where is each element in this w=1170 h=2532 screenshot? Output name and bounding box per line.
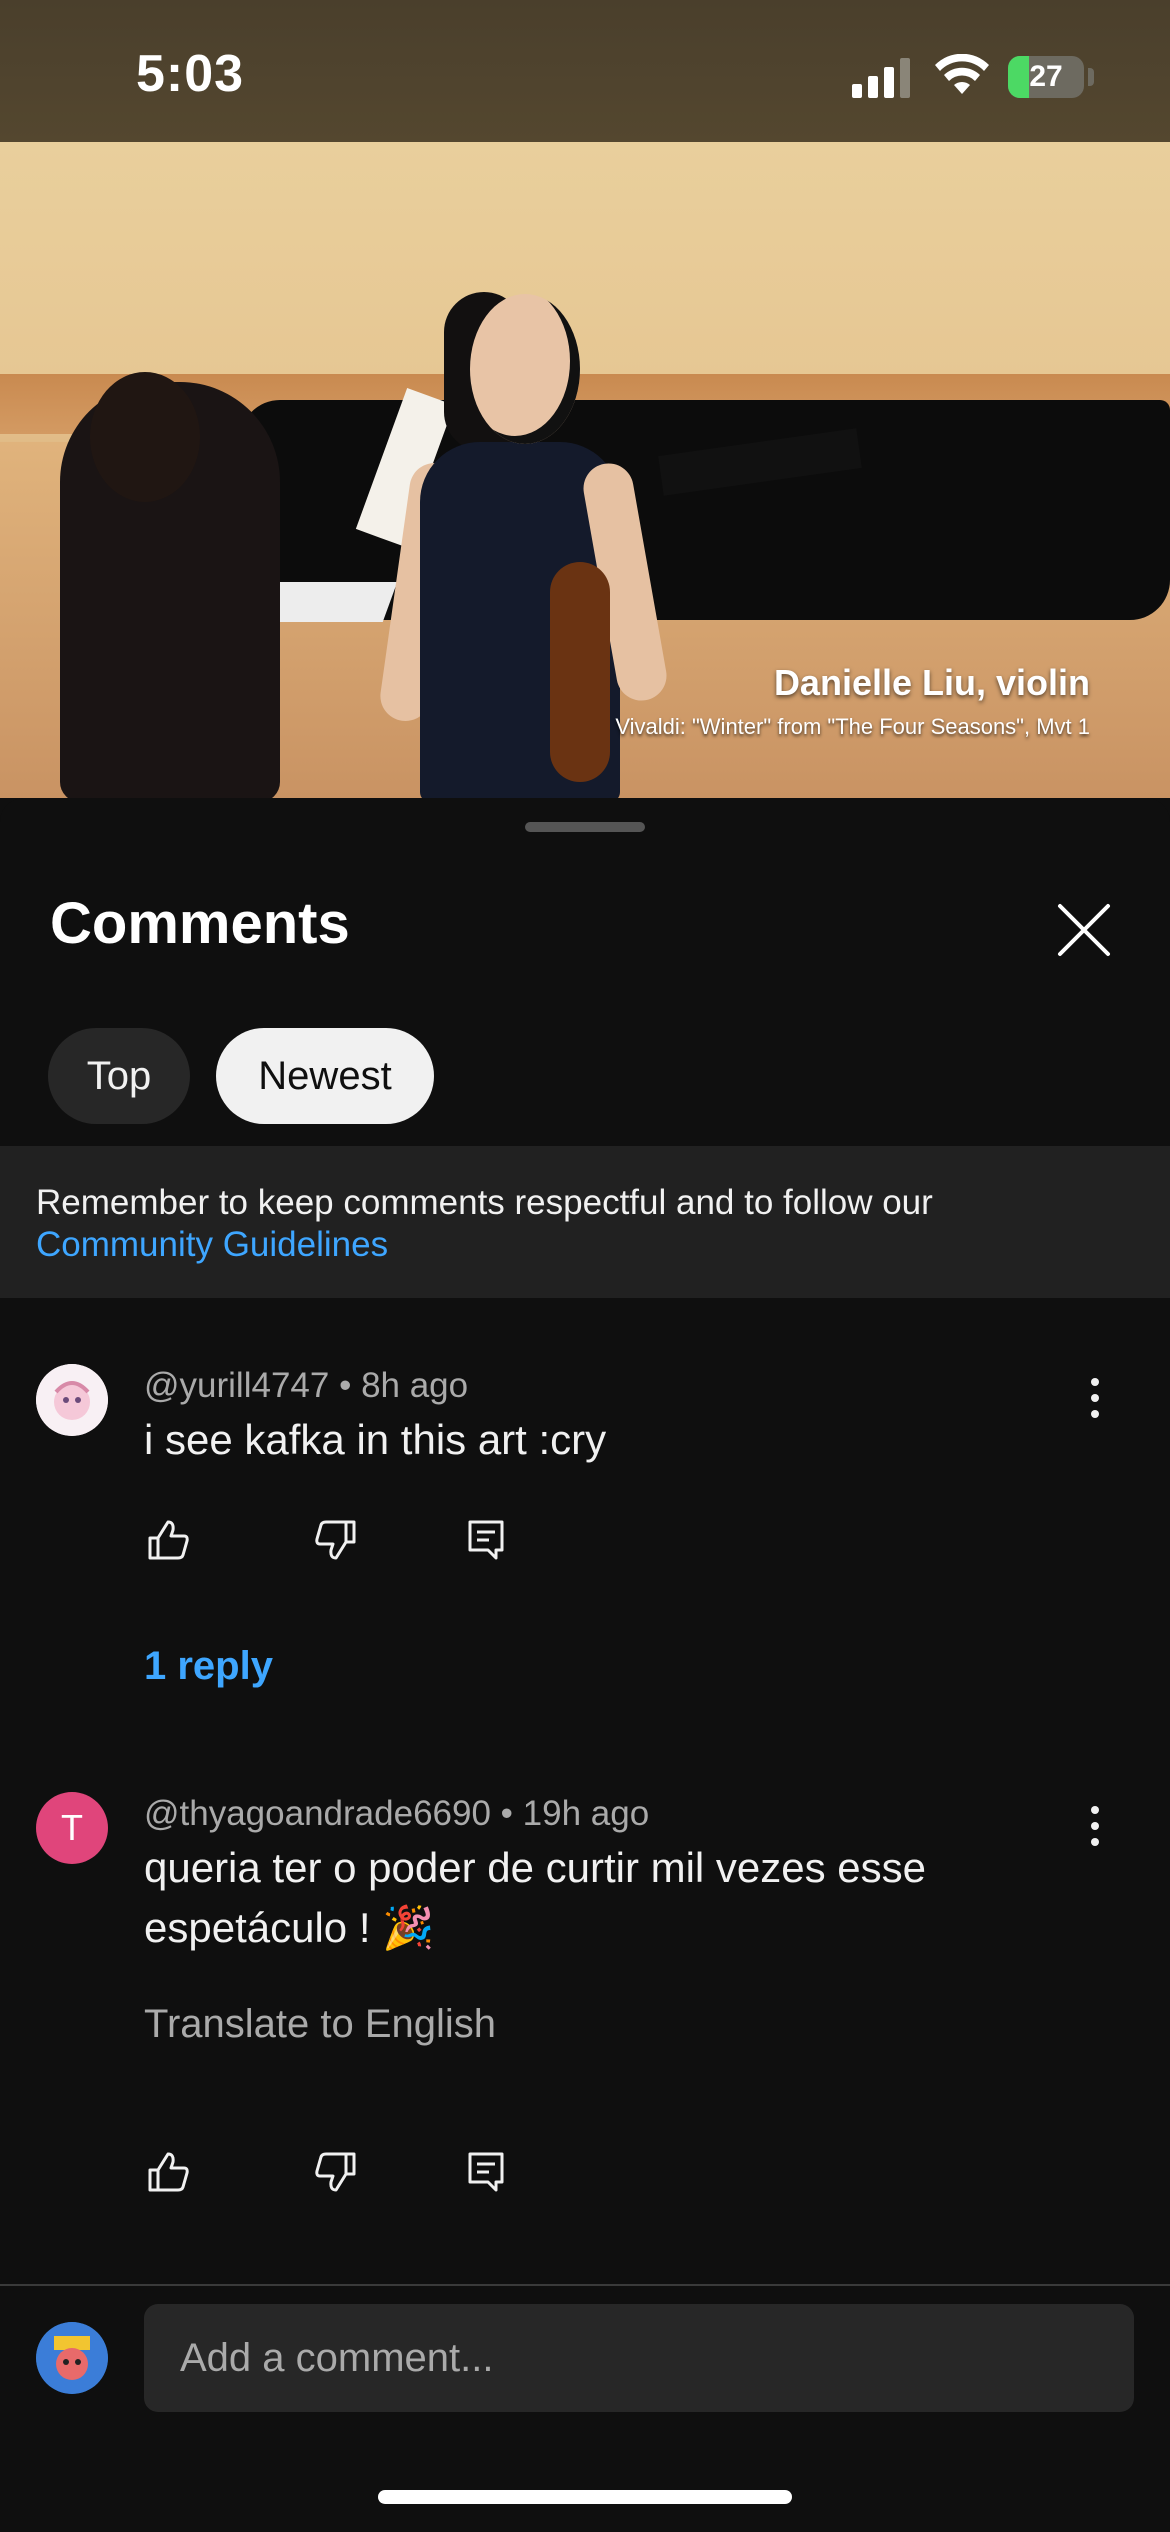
wifi-icon — [935, 54, 989, 94]
status-time: 5:03 — [136, 45, 245, 103]
meta-separator: • — [339, 1366, 362, 1405]
video-player[interactable]: Danielle Liu, violin Vivaldi: "Winter" f… — [0, 142, 1170, 798]
comment-text: i see kafka in this art :cry — [144, 1416, 607, 1463]
user-avatar-icon — [36, 2322, 108, 2394]
pianist-head — [90, 372, 200, 502]
battery-tip — [1088, 68, 1094, 86]
comment-text: queria ter o poder de curtir mil vezes e… — [144, 1838, 1044, 1958]
video-caption-subtitle: Vivaldi: "Winter" from "The Four Seasons… — [615, 714, 1090, 739]
translate-button[interactable]: Translate to English — [144, 2002, 496, 2047]
avatar[interactable] — [36, 1364, 108, 1436]
reply-icon[interactable] — [462, 1516, 510, 1564]
guidelines-notice: Remember to keep comments respectful and… — [0, 1146, 1170, 1298]
view-replies-link[interactable]: 1 reply — [144, 1644, 273, 1689]
battery-level: 27 — [1029, 60, 1063, 93]
reply-icon[interactable] — [462, 2148, 510, 2196]
sort-tab-top[interactable]: Top — [48, 1028, 190, 1124]
community-guidelines-link[interactable]: Community Guidelines — [36, 1224, 388, 1266]
video-caption-name: Danielle Liu, violin — [773, 662, 1090, 703]
more-options-icon[interactable] — [1080, 1796, 1110, 1856]
home-indicator[interactable] — [378, 2490, 792, 2504]
comments-title: Comments — [50, 891, 350, 956]
dislike-icon[interactable] — [312, 2148, 360, 2196]
comment-meta: @thyagoandrade6690 • 19h ago — [144, 1794, 649, 1834]
violin — [550, 562, 610, 782]
drag-handle[interactable] — [525, 822, 645, 832]
comment-author[interactable]: @thyagoandrade6690 — [144, 1794, 491, 1833]
comment-text-line: queria ter o poder de curtir mil vezes e… — [144, 1844, 927, 1891]
guidelines-notice-text: Remember to keep comments respectful and… — [36, 1183, 933, 1222]
avatar[interactable]: T — [36, 1792, 108, 1864]
comment-input[interactable] — [144, 2304, 1134, 2412]
status-bar: 5:03 27 — [0, 0, 1170, 142]
comment-author[interactable]: @yurill4747 — [144, 1366, 329, 1405]
violinist-head — [470, 294, 580, 444]
meta-separator: • — [500, 1794, 523, 1833]
comment-time: 19h ago — [522, 1794, 650, 1833]
avatar-letter: T — [61, 1807, 83, 1848]
comment-meta: @yurill4747 • 8h ago — [144, 1366, 468, 1406]
comment-time: 8h ago — [361, 1366, 469, 1405]
piano-keys — [262, 582, 398, 622]
comments-sheet: Comments Top Newest Remember to keep com… — [0, 798, 1170, 2532]
like-icon[interactable] — [144, 2148, 192, 2196]
comment-text-line: espetáculo ! 🎉 — [144, 1904, 435, 1951]
sort-tab-newest[interactable]: Newest — [216, 1028, 434, 1124]
anime-avatar-icon — [36, 1364, 108, 1436]
more-options-icon[interactable] — [1080, 1368, 1110, 1428]
like-icon[interactable] — [144, 1516, 192, 1564]
signal-icon — [852, 58, 910, 98]
avatar[interactable] — [36, 2322, 108, 2394]
battery-charging-icon: 27 — [1008, 56, 1084, 98]
close-icon[interactable] — [1054, 900, 1114, 960]
dislike-icon[interactable] — [312, 1516, 360, 1564]
